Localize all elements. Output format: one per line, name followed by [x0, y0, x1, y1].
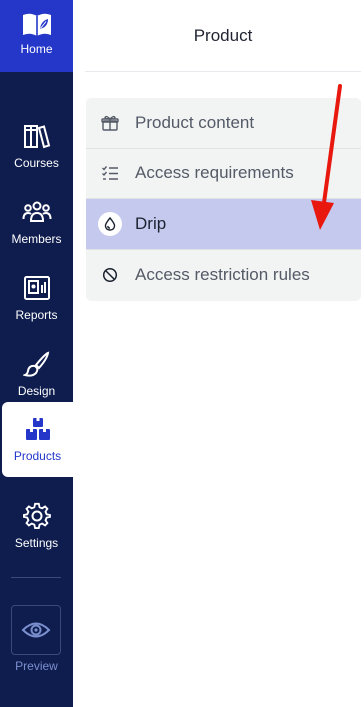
- book-leaf-icon: [22, 13, 51, 36]
- nav-label-products: Products: [13, 449, 62, 463]
- menu-label-access-requirements: Access requirements: [135, 163, 294, 182]
- nav-item-reports[interactable]: Reports: [0, 261, 73, 336]
- droplet-icon: [98, 212, 122, 236]
- nav-label-courses: Courses: [14, 156, 59, 170]
- products-icon: [24, 414, 52, 444]
- menu-label-access-restriction-rules: Access restriction rules: [135, 265, 310, 284]
- preview-label: Preview: [15, 659, 58, 673]
- menu-label-product-content: Product content: [135, 113, 255, 132]
- menu-label-drip: Drip: [135, 214, 167, 233]
- sidebar: Home Courses Members Reports Design Prod…: [0, 0, 73, 707]
- nav-item-courses[interactable]: Courses: [0, 109, 73, 184]
- drip-icon-wrap: [98, 212, 122, 236]
- annotation-arrow-icon: [311, 84, 342, 230]
- home-label: Home: [20, 42, 53, 56]
- members-icon: [22, 197, 52, 227]
- preview-button[interactable]: [11, 605, 61, 655]
- nav-label-settings: Settings: [14, 536, 59, 550]
- panel-title: Product: [85, 0, 361, 72]
- nav-label-design: Design: [17, 384, 56, 398]
- nav-item-settings[interactable]: Settings: [0, 489, 73, 564]
- nav-label-members: Members: [11, 232, 62, 246]
- nav-item-products[interactable]: Products: [2, 402, 73, 477]
- nav-label-reports: Reports: [15, 308, 58, 322]
- nav-item-design[interactable]: Design: [0, 337, 73, 412]
- app: Home Courses Members Reports Design Prod…: [0, 0, 364, 707]
- brush-icon: [22, 349, 51, 379]
- eye-icon: [21, 622, 51, 638]
- checklist-icon: [98, 161, 122, 185]
- gear-icon: [22, 501, 51, 531]
- nav-item-members[interactable]: Members: [0, 185, 73, 260]
- gift-box-icon: [98, 111, 122, 135]
- home-button[interactable]: Home: [0, 0, 73, 72]
- reports-icon: [23, 273, 51, 303]
- books-icon: [23, 121, 51, 151]
- menu-item-access-restriction-rules[interactable]: Access restriction rules: [86, 250, 361, 300]
- prohibited-icon: [98, 263, 122, 287]
- sidebar-divider: [11, 577, 61, 578]
